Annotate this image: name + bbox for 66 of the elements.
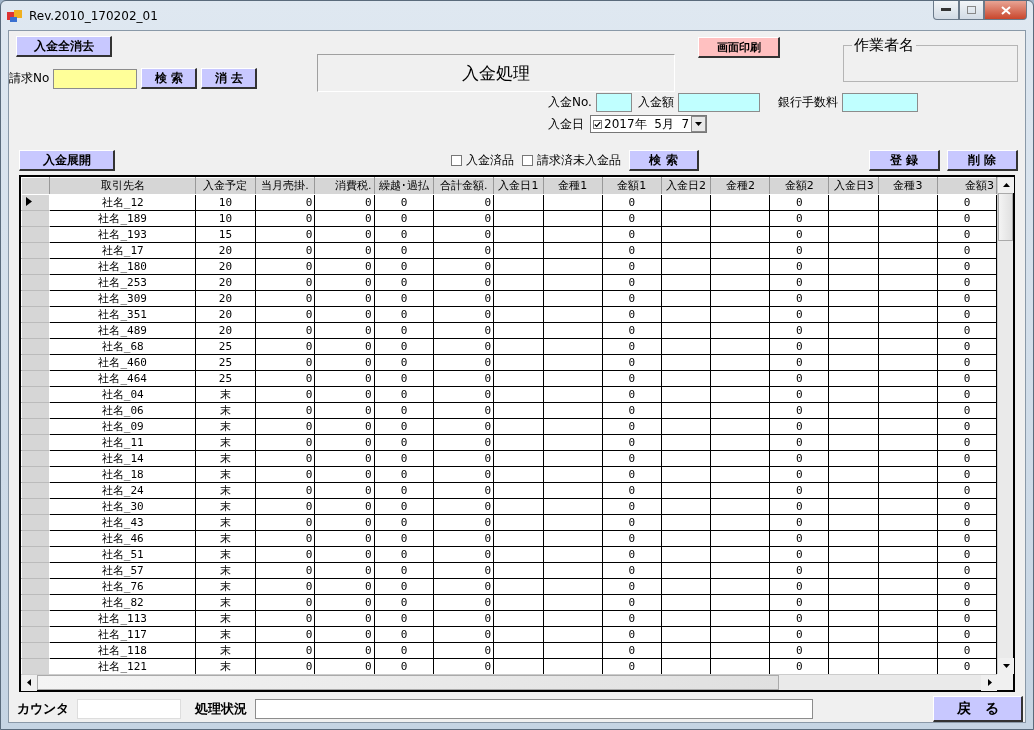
vertical-scrollbar[interactable] [997, 177, 1013, 674]
scroll-arrow-icon [24, 678, 34, 687]
filter-search-button[interactable]: 検 索 [629, 150, 699, 171]
column-header[interactable]: 金種2 [710, 177, 770, 195]
minimize-icon [941, 8, 951, 12]
column-header[interactable]: 入金日3 [828, 177, 879, 195]
minimize-button[interactable] [933, 1, 959, 20]
search-button[interactable]: 検 索 [141, 68, 198, 89]
payment-no-label: 入金No. [548, 94, 592, 111]
scroll-arrow-icon [1001, 180, 1011, 190]
invoice-field[interactable] [53, 68, 138, 89]
payment-no-field[interactable] [595, 93, 632, 112]
counter-label: カウンタ [17, 700, 69, 718]
form-title: 入金処理 [317, 54, 675, 92]
status-label: 処理状況 [195, 700, 247, 718]
column-header[interactable]: 入金予定 [195, 177, 256, 195]
filter-checkbox[interactable] [451, 155, 462, 166]
clear-all-button[interactable]: 入金全消去 [16, 36, 112, 57]
worker-group-title: 作業者名 [853, 36, 915, 55]
expand-button[interactable]: 入金展開 [19, 150, 115, 171]
invoice-label: 請求No [9, 70, 50, 87]
scroll-thumb[interactable] [37, 675, 779, 690]
date-checkbox[interactable] [593, 119, 602, 129]
maximize-icon [967, 6, 976, 14]
column-header[interactable]: 入金日2 [661, 177, 711, 195]
column-header[interactable]: 合計金額. [433, 177, 494, 195]
bank-fee-field[interactable] [841, 93, 918, 112]
filter-label: 請求済未入金品 [537, 152, 621, 169]
date-value: 2017年 5月 7 [604, 115, 690, 133]
back-button[interactable]: 戻 る [933, 696, 1023, 722]
column-header[interactable]: 金種1 [543, 177, 603, 195]
column-header[interactable]: 当月売掛. [255, 177, 315, 195]
column-header[interactable]: 金種3 [878, 177, 938, 195]
corner-header [21, 177, 50, 195]
payment-date-label: 入金日 [548, 115, 584, 133]
delete-button[interactable]: 削 除 [947, 150, 1018, 171]
register-button[interactable]: 登 録 [869, 150, 940, 171]
column-header[interactable]: 取引先名 [49, 177, 196, 195]
checkmark-icon [594, 119, 601, 129]
filter-checkbox[interactable] [522, 155, 533, 166]
column-header[interactable]: 金額2 [769, 177, 829, 195]
current-row-icon [26, 197, 32, 206]
payment-amount-field[interactable] [677, 93, 760, 112]
status-field[interactable] [255, 699, 813, 719]
column-header[interactable]: 繰越･過払 [374, 177, 434, 195]
date-picker[interactable]: 2017年 5月 7 [590, 115, 707, 133]
window-title: Rev.2010_170202_01 [29, 8, 158, 23]
print-button[interactable]: 画面印刷 [698, 37, 780, 58]
column-header[interactable]: 入金日1 [493, 177, 544, 195]
filter-label: 入金済品 [466, 152, 514, 169]
app-icon [7, 8, 23, 23]
column-header[interactable]: 消費税. [314, 177, 375, 195]
horizontal-scrollbar[interactable] [21, 674, 997, 690]
clear-button[interactable]: 消 去 [201, 68, 258, 89]
column-header[interactable]: 金額3 [937, 177, 997, 195]
scroll-thumb[interactable] [998, 193, 1013, 241]
dropdown-button[interactable] [691, 116, 706, 132]
bank-fee-label: 銀行手数料 [777, 94, 838, 111]
maximize-button[interactable] [959, 1, 984, 20]
counter-field[interactable] [77, 699, 181, 719]
close-button[interactable] [984, 1, 1027, 20]
dropdown-arrow-icon [1001, 661, 1011, 671]
column-header[interactable]: 金額1 [602, 177, 662, 195]
payment-amount-label: 入金額 [637, 94, 674, 111]
dropdown-arrow-icon [694, 119, 704, 129]
close-icon [1000, 5, 1011, 15]
